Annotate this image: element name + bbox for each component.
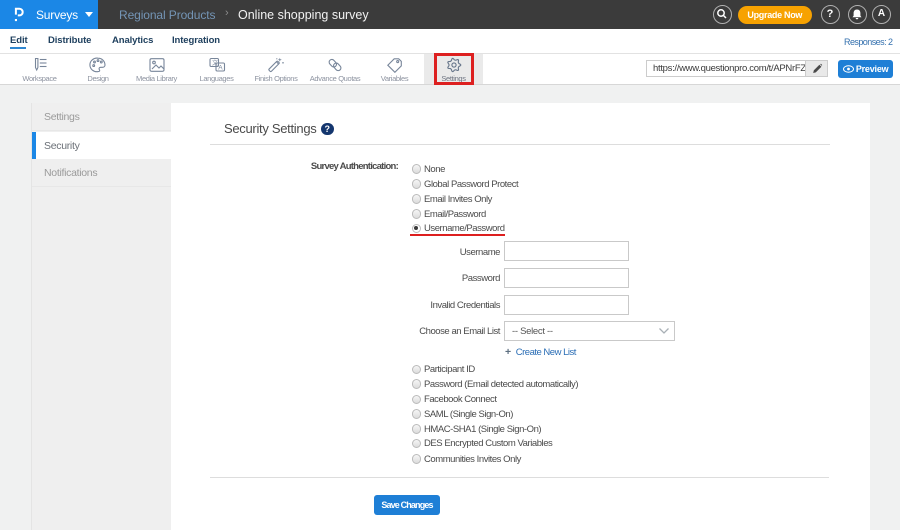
svg-text:A: A (218, 64, 223, 71)
svg-text:文: 文 (212, 59, 218, 67)
